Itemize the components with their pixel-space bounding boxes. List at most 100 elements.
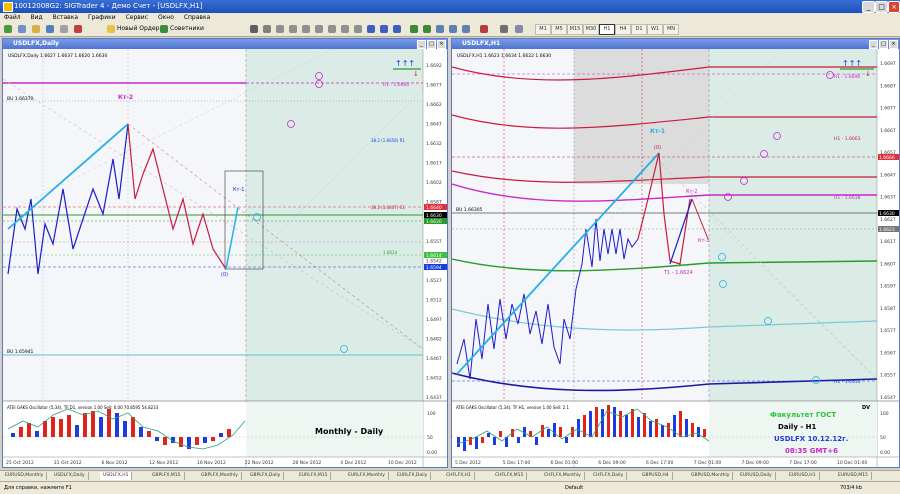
status-traffic: 703/4 kb xyxy=(840,485,863,491)
chart-tab[interactable]: GBPUSD,H4 xyxy=(639,472,673,480)
menu-bar: Файл Вид Вставка Графики Сервис Окно Спр… xyxy=(0,13,900,22)
label-icon[interactable] xyxy=(354,25,362,33)
minimize-button[interactable]: _ xyxy=(862,1,875,13)
date-tick: 4 Dec 2012 xyxy=(340,460,366,466)
templates-icon[interactable] xyxy=(515,25,523,33)
chart-tab[interactable]: EURLFX,Daily xyxy=(394,472,432,480)
zoom-in-icon[interactable] xyxy=(410,25,418,33)
line-chart-icon[interactable] xyxy=(393,25,401,33)
new-order-button[interactable]: Новый Ордер xyxy=(117,24,159,34)
chart-restore-button[interactable]: □ xyxy=(879,40,888,49)
bar-chart-icon[interactable] xyxy=(367,25,375,33)
chart-close-button[interactable]: × xyxy=(437,40,446,49)
candlestick-icon[interactable] xyxy=(380,25,388,33)
histogram-bar xyxy=(147,431,151,437)
chart-tab[interactable]: CHFLFX,Monthly xyxy=(541,472,585,480)
chart-tab[interactable]: EURLFX,Monthly xyxy=(345,472,389,480)
price-tick: 1.6557 xyxy=(426,239,442,245)
price-tick: 1.6527 xyxy=(426,278,442,284)
tf-h1-button[interactable]: H1 xyxy=(599,24,615,35)
indicators-icon[interactable] xyxy=(480,25,488,33)
menu-charts[interactable]: Графики xyxy=(88,14,116,21)
chart-close-button[interactable]: × xyxy=(889,40,898,49)
chart-tab[interactable]: GBPUSD,Monthly xyxy=(688,472,734,480)
price-tag: 1.6594 xyxy=(426,265,442,271)
chart-tab[interactable]: GBPLFX,M15 xyxy=(149,472,185,480)
fibonacci-icon[interactable] xyxy=(328,25,336,33)
chart-tab[interactable]: CHFLFX,Daily xyxy=(590,472,628,480)
menu-tools[interactable]: Сервис xyxy=(126,14,148,21)
chart-tab[interactable]: CHFLFX,H1 xyxy=(443,472,475,480)
chart-tab[interactable]: EURUSD,Daily xyxy=(737,472,776,480)
zoom-out-icon[interactable] xyxy=(423,25,431,33)
price-tick: 1.6602 xyxy=(426,180,442,186)
price-tick: 1.6512 xyxy=(426,297,442,303)
tf-m5-button[interactable]: M5 xyxy=(551,24,567,35)
text-icon[interactable] xyxy=(341,25,349,33)
horizontal-line-icon[interactable] xyxy=(289,25,297,33)
chart-minimize-button[interactable]: _ xyxy=(417,40,426,49)
histogram-bar xyxy=(99,417,103,437)
periods-icon[interactable] xyxy=(500,25,508,33)
menu-window[interactable]: Окно xyxy=(158,14,174,21)
histogram-bar xyxy=(91,411,95,437)
app-icon xyxy=(3,2,13,12)
tf-h4-button[interactable]: H4 xyxy=(615,24,631,35)
crosshair-icon[interactable] xyxy=(263,25,271,33)
histogram-bar xyxy=(637,417,640,437)
price-tick: 1.6692 xyxy=(426,63,442,69)
market-watch-icon[interactable] xyxy=(32,25,40,33)
chart-tab[interactable]: USDLFX,H1 xyxy=(100,472,133,480)
tf-m30-button[interactable]: M30 xyxy=(583,24,599,35)
histogram-bar xyxy=(219,433,223,437)
chart-tab[interactable]: USDLFX,Daily xyxy=(51,472,89,480)
new-chart-icon[interactable] xyxy=(4,25,12,33)
vertical-line-icon[interactable] xyxy=(276,25,284,33)
chart-tab[interactable]: EURUSD,M15 xyxy=(835,472,872,480)
up-arrows-icon: ↑↑↑ xyxy=(395,59,415,68)
menu-file[interactable]: Файл xyxy=(4,14,21,21)
tf-w1-button[interactable]: W1 xyxy=(647,24,663,35)
histogram-bar xyxy=(535,437,538,445)
menu-insert[interactable]: Вставка xyxy=(53,14,78,21)
menu-view[interactable]: Вид xyxy=(31,14,43,21)
navigator-icon[interactable] xyxy=(46,25,54,33)
tf-mn-button[interactable]: MN xyxy=(663,24,679,35)
chart-shift-icon[interactable] xyxy=(462,25,470,33)
tile-windows-icon[interactable] xyxy=(436,25,444,33)
tf-d1-button[interactable]: D1 xyxy=(631,24,647,35)
h1-chart-canvas[interactable]: ↑↑↑ ↓ USDLFX,H1 1.6623 1.6634 1.6622 1.6… xyxy=(452,49,899,467)
chart-tab[interactable]: EURUSD,Monthly xyxy=(2,472,48,480)
chart-tab[interactable]: GBPLFX,Monthly xyxy=(198,472,242,480)
chart-tab[interactable]: CHFLFX,M15 xyxy=(492,472,528,480)
price-tick: 1.6697 xyxy=(880,61,896,67)
chart-restore-button[interactable]: □ xyxy=(427,40,436,49)
autoscroll-icon[interactable] xyxy=(449,25,457,33)
menu-help[interactable]: Справка xyxy=(184,14,210,21)
daily-chart-canvas[interactable]: ↑↑↑ ↓ USDLFX,Daily 1.6627 1.6637 1.6620 … xyxy=(3,49,447,467)
chart-window-h1[interactable]: USDLFX,H1 _ □ × ↑↑↑ ↓ USDLFX,H1 1.6623 1… xyxy=(451,38,900,468)
trendline-icon[interactable] xyxy=(302,25,310,33)
histogram-bar xyxy=(547,429,550,437)
chart-window-daily[interactable]: USDLFX,Daily _ □ × ↑↑↑ ↓ USDLFX,Daily 1.… xyxy=(2,38,448,468)
experts-button[interactable]: Советники xyxy=(170,24,204,34)
date-tick: 5 Dec 17:00 xyxy=(503,460,531,466)
price-tick: 1.6482 xyxy=(426,336,442,342)
price-tag: 1.6630 xyxy=(879,211,895,217)
histogram-bar xyxy=(139,427,143,437)
channel-icon[interactable] xyxy=(315,25,323,33)
chart-tab[interactable]: EURLFX,M15 xyxy=(296,472,332,480)
chart-tab[interactable]: GBPLFX,Daily xyxy=(247,472,285,480)
terminal-icon[interactable] xyxy=(60,25,68,33)
histogram-bar xyxy=(211,437,215,441)
close-button[interactable]: × xyxy=(888,1,900,13)
tf-m15-button[interactable]: M15 xyxy=(567,24,583,35)
tf-m1-button[interactable]: M1 xyxy=(535,24,551,35)
chart-tab[interactable]: EURUSD,H1 xyxy=(786,472,820,480)
maximize-button[interactable]: □ xyxy=(875,1,888,13)
histogram-bar xyxy=(577,419,580,437)
cursor-icon[interactable] xyxy=(250,25,258,33)
tester-icon[interactable] xyxy=(74,25,82,33)
profiles-icon[interactable] xyxy=(18,25,26,33)
chart-minimize-button[interactable]: _ xyxy=(869,40,878,49)
